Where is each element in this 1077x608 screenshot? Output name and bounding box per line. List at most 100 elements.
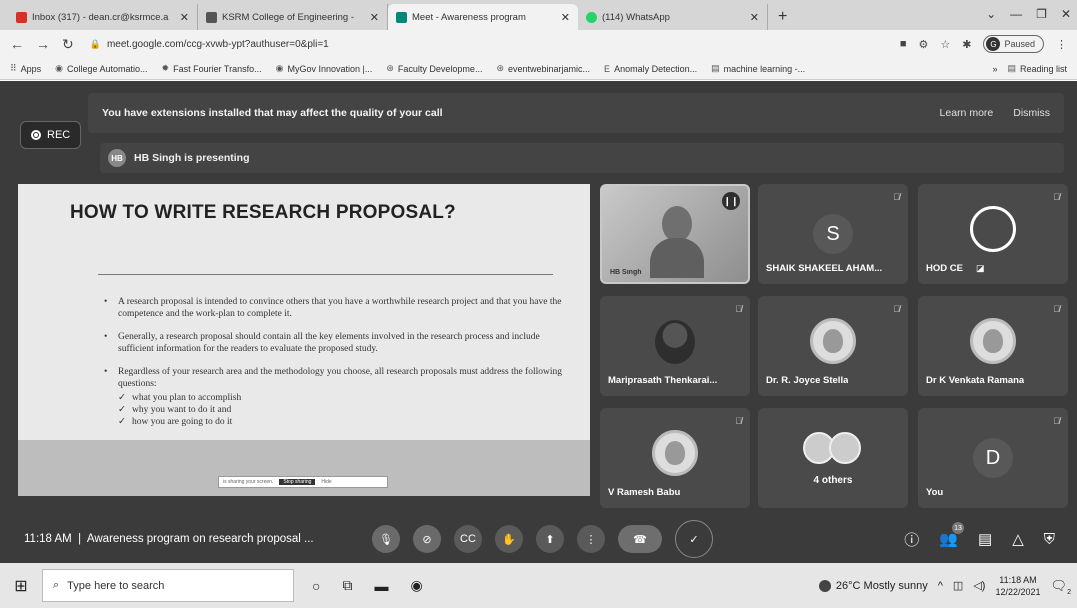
notifications-button[interactable]: 🗨 2: [1050, 577, 1071, 596]
speaker-icon[interactable]: ◁): [973, 579, 985, 592]
people-button[interactable]: 👥 13: [939, 522, 964, 548]
participant-name: SHAIK SHAKEEL AHAM...: [766, 263, 883, 274]
activities-icon[interactable]: △: [1012, 530, 1024, 548]
bookmark-favicon-icon: ▤: [711, 63, 720, 73]
close-tab-icon[interactable]: ✕: [180, 11, 189, 24]
hide-button[interactable]: Hide: [321, 479, 331, 485]
network-icon[interactable]: ◫: [953, 579, 963, 592]
others-avatars: [803, 432, 863, 468]
tab-title: Inbox (317) - dean.cr@ksrmce.a: [32, 11, 169, 23]
bookmark-item[interactable]: ◉ MyGov Innovation |...: [276, 63, 373, 74]
search-placeholder: Type here to search: [67, 579, 165, 592]
notification-icon: 🗨: [1050, 577, 1067, 593]
participant-name: V Ramesh Babu: [608, 487, 681, 498]
bookmark-item[interactable]: E Anomaly Detection...: [604, 64, 697, 74]
profile-button[interactable]: G Paused: [983, 35, 1044, 53]
participant-tile[interactable]: 🎙̸ HOD CE ◪: [918, 184, 1068, 284]
browser-tab-whatsapp[interactable]: (114) WhatsApp ✕: [578, 4, 768, 30]
leave-call-button[interactable]: ☎: [618, 525, 662, 553]
weather-widget[interactable]: 26°C Mostly sunny: [818, 579, 928, 592]
bookmark-item[interactable]: ▤ machine learning -...: [711, 63, 805, 74]
participant-tile[interactable]: 🎙̸ Dr K Venkata Ramana: [918, 296, 1068, 396]
participant-tile[interactable]: 🎙̸ S SHAIK SHAKEEL AHAM...: [758, 184, 908, 284]
chat-icon[interactable]: ▤: [978, 530, 992, 548]
bookmark-label: MyGov Innovation |...: [287, 63, 373, 74]
close-tab-icon[interactable]: ✕: [370, 11, 379, 24]
close-window-button[interactable]: ✕: [1061, 7, 1071, 21]
minimize-button[interactable]: —: [1010, 7, 1022, 21]
more-options-button[interactable]: ⋮: [577, 525, 605, 553]
participant-tile-self[interactable]: 🎙̸ D You: [918, 408, 1068, 508]
weather-icon: [818, 579, 831, 592]
participant-tile[interactable]: 🎙̸ Dr. R. Joyce Stella: [758, 296, 908, 396]
camera-toggle-button[interactable]: ⊘: [413, 525, 441, 553]
back-button[interactable]: ←: [10, 36, 24, 52]
file-explorer-icon[interactable]: ▬: [374, 578, 388, 594]
chrome-icon[interactable]: ◉: [410, 577, 422, 594]
raise-hand-button[interactable]: ✋: [495, 525, 523, 553]
separator: |: [74, 533, 85, 545]
task-view-icon[interactable]: ⧉: [342, 577, 352, 594]
slide-bullet: A research proposal is intended to convi…: [104, 296, 574, 320]
star-icon[interactable]: ☆: [940, 38, 950, 51]
participant-tile-hb-singh[interactable]: ❙❙ HB Singh: [600, 184, 750, 284]
present-button[interactable]: ⬆: [536, 525, 564, 553]
rec-label: REC: [47, 129, 71, 141]
system-clock[interactable]: 11:18 AM 12/22/2021: [995, 574, 1040, 598]
meeting-details-icon[interactable]: ⓘ: [904, 529, 919, 550]
close-tab-icon[interactable]: ✕: [561, 11, 570, 24]
meeting-title: Awareness program on research proposal .…: [86, 533, 314, 545]
more-bookmarks-icon[interactable]: »: [992, 64, 997, 74]
slide-subpoint: what you plan to accomplish: [104, 392, 574, 404]
globe-icon: ◉: [55, 63, 63, 73]
extension-icon[interactable]: ⚙: [919, 38, 929, 51]
dismiss-button[interactable]: Dismiss: [1013, 107, 1050, 119]
tab-search-icon[interactable]: ⌄: [986, 7, 996, 21]
others-count: 4 others: [813, 475, 853, 486]
meeting-info: 11:18 AM | Awareness program on research…: [24, 533, 314, 545]
participant-tile[interactable]: 🎙̸ V Ramesh Babu: [600, 408, 750, 508]
avatar: D: [973, 438, 1013, 478]
taskbar-search-input[interactable]: ⌕ Type here to search: [42, 569, 294, 602]
college-seal-avatar: [652, 430, 698, 476]
learn-more-link[interactable]: Learn more: [940, 107, 994, 119]
bookmark-item[interactable]: ⊛ Faculty Developme...: [386, 63, 482, 74]
participant-name: Dr K Venkata Ramana: [926, 375, 1025, 386]
browser-tab-college[interactable]: KSRM College of Engineering - ✕: [198, 4, 388, 30]
lock-icon[interactable]: 🔒: [90, 39, 101, 50]
participant-name: HB Singh: [610, 269, 642, 276]
captions-button[interactable]: CC: [454, 525, 482, 553]
browser-tab-meet[interactable]: Meet - Awareness program ✕: [388, 4, 578, 30]
pen-annotation-icon[interactable]: ✓: [675, 520, 713, 558]
recording-indicator[interactable]: REC: [20, 121, 82, 149]
bookmark-item[interactable]: ✹ Fast Fourier Transfo...: [162, 63, 262, 74]
weather-text: 26°C Mostly sunny: [835, 579, 928, 592]
cortana-icon[interactable]: ○: [312, 578, 320, 594]
extensions-puzzle-icon[interactable]: ✱: [962, 38, 971, 51]
participant-tile[interactable]: 🎙̸ Mariprasath Thenkarai...: [600, 296, 750, 396]
menu-icon[interactable]: ⋮: [1056, 38, 1067, 51]
banner-message: You have extensions installed that may a…: [102, 107, 443, 119]
bookmark-apps[interactable]: ⠿ Apps: [10, 63, 41, 74]
close-tab-icon[interactable]: ✕: [750, 11, 759, 24]
mic-off-icon: 🎙̸: [1053, 304, 1060, 314]
camera-icon[interactable]: ■: [900, 38, 907, 50]
bookmark-item[interactable]: ◉ College Automatio...: [55, 63, 147, 74]
mic-toggle-button[interactable]: 🎙: [372, 525, 400, 553]
participant-tile-others[interactable]: 4 others: [758, 408, 908, 508]
mic-off-icon: 🎙̸: [893, 192, 900, 202]
windows-start-icon[interactable]: ⊞: [0, 576, 42, 596]
reload-button[interactable]: ↻: [62, 36, 74, 53]
host-controls-icon[interactable]: ⛨: [1044, 531, 1055, 548]
new-tab-button[interactable]: +: [768, 4, 797, 30]
address-bar[interactable]: 🔒 meet.google.com/ccg-xvwb-ypt?authuser=…: [86, 34, 888, 54]
maximize-button[interactable]: ❐: [1036, 7, 1047, 21]
screen-share-text: is sharing your screen.: [223, 479, 274, 485]
stop-sharing-button[interactable]: Stop sharing: [279, 479, 316, 485]
browser-tab-gmail[interactable]: Inbox (317) - dean.cr@ksrmce.a ✕: [8, 4, 198, 30]
reading-list-button[interactable]: ▤ Reading list: [1007, 63, 1067, 74]
forward-button[interactable]: →: [36, 36, 50, 52]
tray-chevron-icon[interactable]: ^: [938, 580, 943, 592]
meeting-side-controls: ⓘ 👥 13 ▤ △ ⛨: [904, 522, 1055, 550]
bookmark-item[interactable]: ⊛ eventwebinarjamic...: [496, 63, 590, 74]
